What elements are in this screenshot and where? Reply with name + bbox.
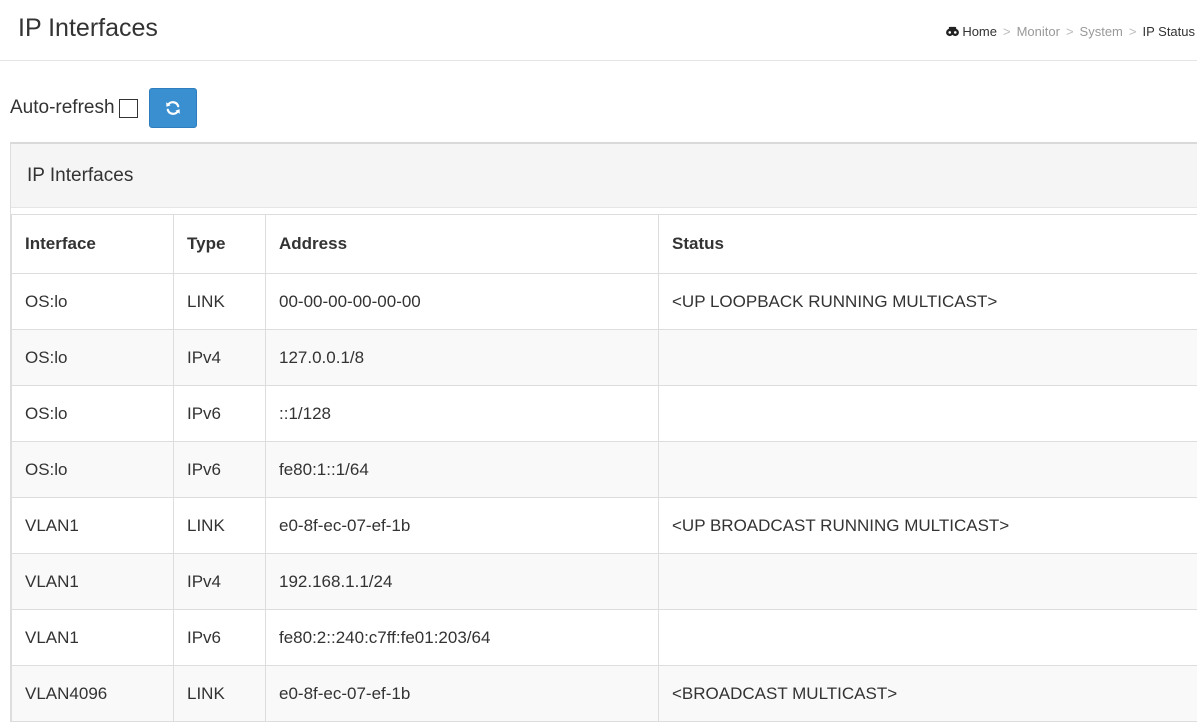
cell-interface: OS:lo xyxy=(11,441,174,498)
cell-address: e0-8f-ec-07-ef-1b xyxy=(265,665,659,722)
cell-address: 00-00-00-00-00-00 xyxy=(265,273,659,330)
table-row: OS:lo IPv6 fe80:1::1/64 xyxy=(11,441,1197,498)
column-header-status: Status xyxy=(658,214,1197,274)
table-row: OS:lo IPv4 127.0.0.1/8 xyxy=(11,329,1197,386)
cell-interface: OS:lo xyxy=(11,385,174,442)
cell-type: IPv4 xyxy=(173,553,266,610)
cell-status xyxy=(658,609,1197,666)
breadcrumb-system[interactable]: System xyxy=(1080,24,1123,39)
column-header-address: Address xyxy=(265,214,659,274)
cell-status: <BROADCAST MULTICAST> xyxy=(658,665,1197,722)
breadcrumb: Home > Monitor > System > IP Status xyxy=(946,24,1195,39)
breadcrumb-home[interactable]: Home xyxy=(946,24,997,39)
auto-refresh-checkbox[interactable] xyxy=(118,98,138,118)
column-header-type: Type xyxy=(173,214,266,274)
refresh-icon xyxy=(165,101,180,115)
ip-interfaces-table: Interface Type Address Status OS:lo LINK… xyxy=(11,214,1197,722)
cell-status xyxy=(658,329,1197,386)
cell-type: LINK xyxy=(173,273,266,330)
refresh-button[interactable] xyxy=(148,88,197,128)
table-row: VLAN4096 LINK e0-8f-ec-07-ef-1b <BROADCA… xyxy=(11,665,1197,722)
cell-address: ::1/128 xyxy=(265,385,659,442)
cell-address: fe80:2::240:c7ff:fe01:203/64 xyxy=(265,609,659,666)
table-row: VLAN1 IPv4 192.168.1.1/24 xyxy=(11,553,1197,610)
breadcrumb-monitor[interactable]: Monitor xyxy=(1017,24,1060,39)
toolbar: Auto-refresh xyxy=(10,88,197,128)
cell-interface: VLAN1 xyxy=(11,609,174,666)
column-header-interface: Interface xyxy=(11,214,174,274)
page-header: IP Interfaces Home > Monitor > System > … xyxy=(0,0,1197,61)
cell-address: e0-8f-ec-07-ef-1b xyxy=(265,497,659,554)
dashboard-icon xyxy=(946,26,960,37)
breadcrumb-separator: > xyxy=(1065,24,1074,39)
auto-refresh-label: Auto-refresh xyxy=(10,97,115,118)
cell-status: <UP BROADCAST RUNNING MULTICAST> xyxy=(658,497,1197,554)
table-row: OS:lo LINK 00-00-00-00-00-00 <UP LOOPBAC… xyxy=(11,273,1197,330)
table-header-row: Interface Type Address Status xyxy=(11,214,1197,274)
page-title: IP Interfaces xyxy=(18,14,158,42)
cell-interface: VLAN4096 xyxy=(11,665,174,722)
cell-address: 127.0.0.1/8 xyxy=(265,329,659,386)
cell-interface: OS:lo xyxy=(11,273,174,330)
cell-address: 192.168.1.1/24 xyxy=(265,553,659,610)
cell-type: IPv6 xyxy=(173,609,266,666)
cell-status: <UP LOOPBACK RUNNING MULTICAST> xyxy=(658,273,1197,330)
cell-status xyxy=(658,441,1197,498)
cell-type: IPv4 xyxy=(173,329,266,386)
table-row: OS:lo IPv6 ::1/128 xyxy=(11,385,1197,442)
breadcrumb-home-label: Home xyxy=(962,24,997,39)
breadcrumb-separator: > xyxy=(1003,24,1011,39)
breadcrumb-separator: > xyxy=(1128,24,1137,39)
cell-status xyxy=(658,385,1197,442)
table-row: VLAN1 LINK e0-8f-ec-07-ef-1b <UP BROADCA… xyxy=(11,497,1197,554)
cell-interface: VLAN1 xyxy=(11,553,174,610)
cell-interface: OS:lo xyxy=(11,329,174,386)
ip-interfaces-panel: IP Interfaces Interface Type Address Sta… xyxy=(10,142,1197,722)
cell-type: LINK xyxy=(173,665,266,722)
cell-type: IPv6 xyxy=(173,385,266,442)
cell-type: LINK xyxy=(173,497,266,554)
cell-address: fe80:1::1/64 xyxy=(265,441,659,498)
panel-title: IP Interfaces xyxy=(11,144,1197,208)
cell-type: IPv6 xyxy=(173,441,266,498)
cell-status xyxy=(658,553,1197,610)
breadcrumb-current: IP Status xyxy=(1142,24,1195,39)
table-row: VLAN1 IPv6 fe80:2::240:c7ff:fe01:203/64 xyxy=(11,609,1197,666)
cell-interface: VLAN1 xyxy=(11,497,174,554)
